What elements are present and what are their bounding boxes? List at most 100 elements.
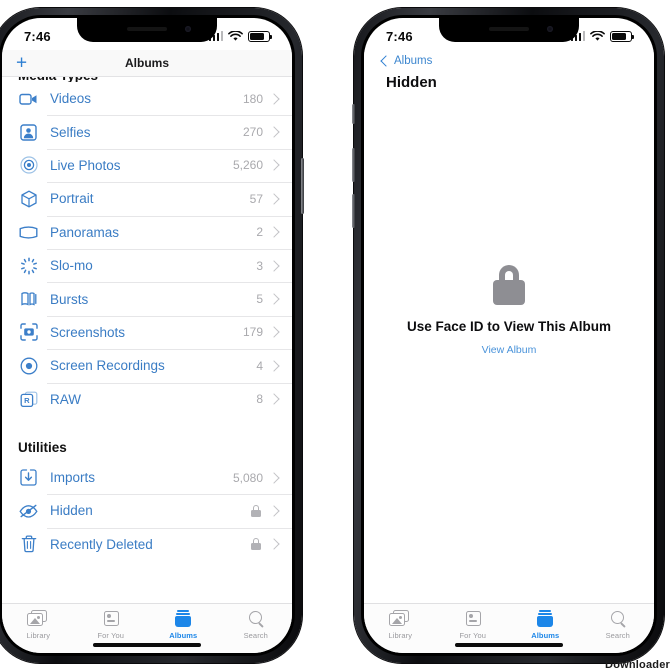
tab-library[interactable]: Library	[364, 610, 437, 640]
power-button[interactable]	[301, 158, 304, 214]
tab-label: Albums	[169, 631, 198, 640]
lock-icon	[251, 538, 261, 551]
portrait-cube-icon	[18, 188, 39, 209]
chevron-right-icon	[268, 126, 280, 138]
screen-right: 7:46 Albums Hidden Use Face ID to View T…	[364, 18, 654, 653]
list-item-videos[interactable]: Videos 180	[2, 82, 292, 115]
locked-message: Use Face ID to View This Album	[406, 319, 612, 334]
page-title: Hidden	[386, 74, 437, 91]
panorama-icon	[18, 222, 39, 243]
notch-right	[439, 18, 579, 42]
chevron-right-icon	[268, 293, 280, 305]
home-indicator[interactable]	[455, 643, 563, 647]
selfie-person-icon	[18, 122, 39, 143]
chevron-right-icon	[268, 159, 280, 172]
phone-left: 7:46 + Albums Videos 180 Selfies 270 Liv…	[0, 8, 304, 663]
list-item-screen-recordings[interactable]: Screen Recordings 4	[2, 349, 292, 382]
list-item-label: Live Photos	[50, 157, 121, 173]
add-album-button[interactable]: +	[16, 54, 27, 73]
eye-slash-icon	[18, 500, 39, 521]
list-item-count: 8	[256, 392, 263, 407]
tab-label: For You	[459, 631, 487, 640]
tab-label: Search	[243, 631, 268, 640]
list-item-imports[interactable]: Imports 5,080	[2, 461, 292, 494]
volume-up-button[interactable]	[352, 148, 355, 182]
volume-down-button[interactable]	[352, 194, 355, 228]
list-item-bursts[interactable]: Bursts 5	[2, 282, 292, 315]
lock-icon	[493, 265, 525, 305]
wifi-icon	[590, 30, 605, 41]
list-item-label: Recently Deleted	[50, 536, 153, 552]
list-item-label: Screenshots	[50, 324, 126, 340]
tab-for-you[interactable]: For You	[75, 610, 148, 640]
video-camera-icon	[18, 88, 39, 109]
albums-list[interactable]: Media Types Videos 180	[2, 76, 292, 603]
list-item-raw[interactable]: R RAW 8	[2, 382, 292, 416]
tab-library[interactable]: Library	[2, 610, 75, 640]
list-item-live-photos[interactable]: Live Photos 5,260	[2, 148, 292, 182]
trash-icon	[18, 534, 39, 555]
list-item-count: 5	[256, 292, 263, 307]
back-button-label: Albums	[394, 55, 433, 67]
screenshot-icon	[18, 322, 39, 343]
list-item-hidden[interactable]: Hidden	[2, 494, 292, 527]
svg-text:R: R	[24, 396, 30, 405]
home-indicator[interactable]	[93, 643, 201, 647]
list-item-recently-deleted[interactable]: Recently Deleted	[2, 527, 292, 561]
status-indicators	[208, 30, 272, 42]
list-item-label: Panoramas	[50, 224, 120, 240]
list-item-screenshots[interactable]: Screenshots 179	[2, 315, 292, 349]
screen-left: 7:46 + Albums Videos 180 Selfies 270 Liv…	[2, 18, 292, 653]
mute-switch[interactable]	[352, 104, 355, 124]
list-item-count: 4	[256, 358, 263, 373]
chevron-right-icon	[268, 259, 280, 272]
list-item-label: Hidden	[50, 503, 93, 519]
chevron-right-icon	[268, 226, 280, 238]
notch-left	[77, 18, 217, 42]
list-item-selfies[interactable]: Selfies 270	[2, 115, 292, 148]
bursts-icon	[18, 289, 39, 310]
import-icon	[18, 467, 39, 488]
chevron-right-icon	[268, 393, 280, 405]
watermark: Downloader	[605, 659, 670, 671]
tab-search[interactable]: Search	[220, 610, 293, 640]
list-item-count: 180	[242, 91, 263, 106]
battery-icon	[248, 30, 272, 42]
status-time: 7:46	[386, 28, 413, 44]
tab-albums[interactable]: Albums	[147, 610, 220, 640]
phone-bezel-left: 7:46 + Albums Videos 180 Selfies 270 Liv…	[0, 15, 295, 656]
tab-search[interactable]: Search	[582, 610, 655, 640]
locked-album-state: Use Face ID to View This Album View Albu…	[364, 18, 654, 603]
back-button[interactable]: Albums	[380, 50, 638, 72]
wifi-icon	[228, 30, 243, 41]
albums-icon	[534, 610, 556, 628]
list-item-label: Slo-mo	[50, 258, 93, 274]
for-you-icon	[462, 610, 484, 628]
list-item-label: Selfies	[50, 124, 91, 140]
list-item-label: Videos	[50, 91, 92, 107]
chevron-right-icon	[268, 360, 280, 372]
phone-bezel-right: 7:46 Albums Hidden Use Face ID to View T…	[361, 15, 657, 656]
list-item-count: 57	[249, 191, 263, 206]
tab-albums[interactable]: Albums	[509, 610, 582, 640]
list-item-label: Bursts	[50, 291, 89, 307]
list-item-count: 5,080	[232, 470, 263, 485]
chevron-right-icon	[268, 326, 280, 339]
list-item-slo-mo[interactable]: Slo-mo 3	[2, 248, 292, 282]
library-icon	[389, 610, 411, 628]
chevron-right-icon	[268, 538, 280, 551]
for-you-icon	[100, 610, 122, 628]
view-album-button[interactable]: View Album	[482, 344, 537, 356]
tab-label: Albums	[531, 631, 560, 640]
list-item-count: 179	[242, 325, 263, 340]
chevron-left-icon	[380, 55, 392, 67]
albums-icon	[172, 610, 194, 628]
library-icon	[27, 610, 49, 628]
list-item-portrait[interactable]: Portrait 57	[2, 182, 292, 215]
status-indicators	[570, 30, 634, 42]
list-item-count: 270	[242, 125, 263, 140]
tab-for-you[interactable]: For You	[437, 610, 510, 640]
front-camera-icon	[547, 26, 553, 32]
chevron-right-icon	[268, 93, 280, 105]
list-item-panoramas[interactable]: Panoramas 2	[2, 215, 292, 249]
